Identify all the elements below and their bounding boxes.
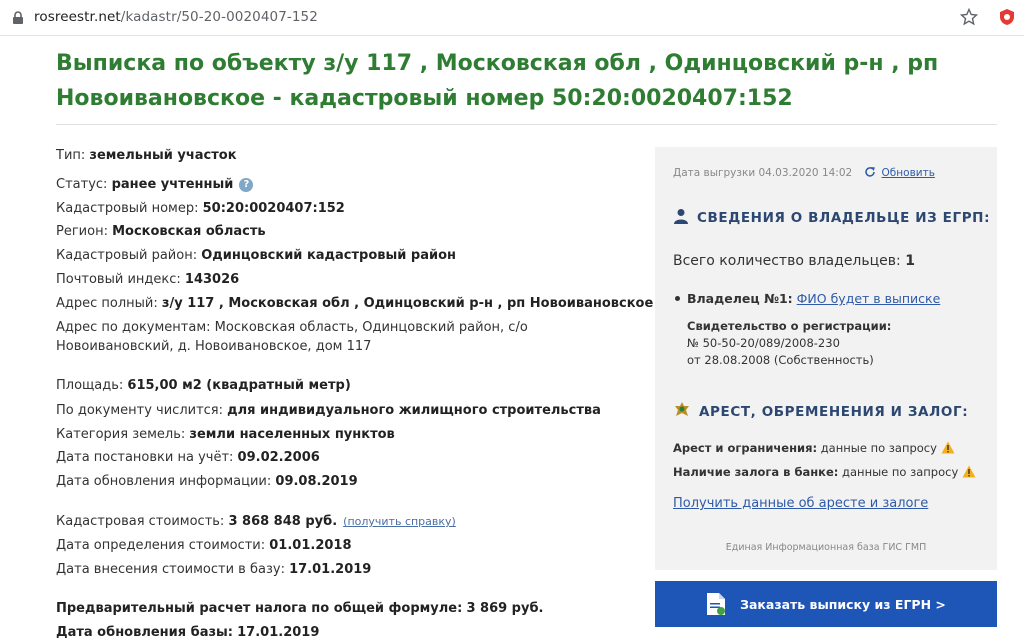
info-value-date: Дата определения стоимости: 01.01.2018 (56, 538, 352, 553)
bullet (675, 296, 680, 301)
arrest-row: Арест и ограничения: данные по запросу (673, 441, 955, 455)
info-address-docs-line2: Новоивановский, д. Новоивановское, дом 1… (56, 339, 372, 354)
emblem-icon (675, 402, 689, 416)
info-base-update: Дата обновления базы: 17.01.2019 (56, 625, 320, 638)
pledge-row: Наличие залога в банке: данные по запрос… (673, 465, 976, 479)
bookmark-star-icon[interactable] (960, 8, 978, 26)
warning-icon (962, 465, 976, 478)
owner-item: Владелец №1: ФИО будет в выписке (675, 291, 941, 306)
info-type: Тип: земельный участок (56, 148, 237, 163)
info-address-full: Адрес полный: з/у 117 , Московская обл ,… (56, 296, 654, 311)
info-area: Площадь: 615,00 м2 (квадратный метр) (56, 378, 351, 393)
warning-icon (941, 441, 955, 454)
info-registration-date: Дата постановки на учёт: 09.02.2006 (56, 450, 320, 465)
info-land-category: Категория земель: земли населенных пункт… (56, 427, 395, 442)
export-date-row: Дата выгрузки 04.03.2020 14:02 Обновить (673, 166, 935, 179)
refresh-icon[interactable] (864, 166, 876, 178)
refresh-link[interactable]: Обновить (882, 167, 935, 179)
order-button-label: Заказать выписку из ЕГРН > (740, 596, 946, 612)
get-arrest-data-link[interactable]: Получить данные об аресте и залоге (673, 496, 928, 511)
registration-certificate: Свидетельство о регистрации: № 50-50-20/… (687, 319, 892, 367)
document-icon (707, 593, 726, 615)
info-cadastral-district: Кадастровый район: Одинцовский кадастров… (56, 248, 457, 263)
owners-section-title: СВЕДЕНИЯ О ВЛАДЕЛЬЦЕ ИЗ ЕГРП: (673, 208, 990, 226)
panel-footer: Единая Информационная база ГИС ГМП (725, 542, 927, 553)
question-icon[interactable]: ? (239, 178, 254, 192)
url-host: rosreestr.net (34, 9, 121, 25)
owners-count: Всего количество владельцев: 1 (673, 253, 915, 269)
info-value-entry-date: Дата внесения стоимости в базу: 17.01.20… (56, 562, 372, 577)
get-certificate-link[interactable]: (получить справку) (343, 515, 456, 528)
page-title: Выписка по объекту з/у 117 , Московская … (56, 46, 956, 116)
info-update-date: Дата обновления информации: 09.08.2019 (56, 474, 358, 489)
info-tax-estimate: Предварительный расчет налога по общей ф… (56, 601, 544, 616)
browser-address-bar: rosreestr.net/kadastr/50-20-0020407-152 (0, 0, 1024, 36)
arrest-section-title: АРЕСТ, ОБРЕМЕНЕНИЯ И ЗАЛОГ: (673, 401, 968, 420)
extension-shield-icon[interactable] (998, 8, 1016, 26)
info-cadastral-number: Кадастровый номер: 50:20:0020407:152 (56, 201, 345, 216)
info-cadastral-value: Кадастровая стоимость: 3 868 848 руб. (по… (56, 514, 456, 529)
order-extract-button[interactable]: Заказать выписку из ЕГРН > (655, 581, 997, 627)
info-status: Статус: ранее учтенный? (56, 177, 254, 192)
title-divider (56, 124, 997, 125)
lock-icon[interactable] (11, 11, 25, 25)
owner-info-panel: Дата выгрузки 04.03.2020 14:02 Обновить … (655, 147, 997, 570)
url-path: /kadastr/50-20-0020407-152 (120, 9, 318, 25)
page-title-line2: Новоивановское - кадастровый номер 50:20… (56, 86, 793, 111)
info-postal-code: Почтовый индекс: 143026 (56, 272, 240, 287)
info-region: Регион: Московская область (56, 224, 266, 239)
owner-fio-link[interactable]: ФИО будет в выписке (797, 291, 941, 306)
user-icon (674, 209, 688, 224)
page-title-line1: Выписка по объекту з/у 117 , Московская … (56, 51, 939, 76)
info-by-document: По документу числится: для индивидуально… (56, 403, 601, 418)
info-address-docs: Адрес по документам: Московская область,… (56, 320, 528, 335)
url-field[interactable]: rosreestr.net/kadastr/50-20-0020407-152 (34, 9, 318, 25)
export-date: Дата выгрузки 04.03.2020 14:02 (673, 167, 853, 179)
